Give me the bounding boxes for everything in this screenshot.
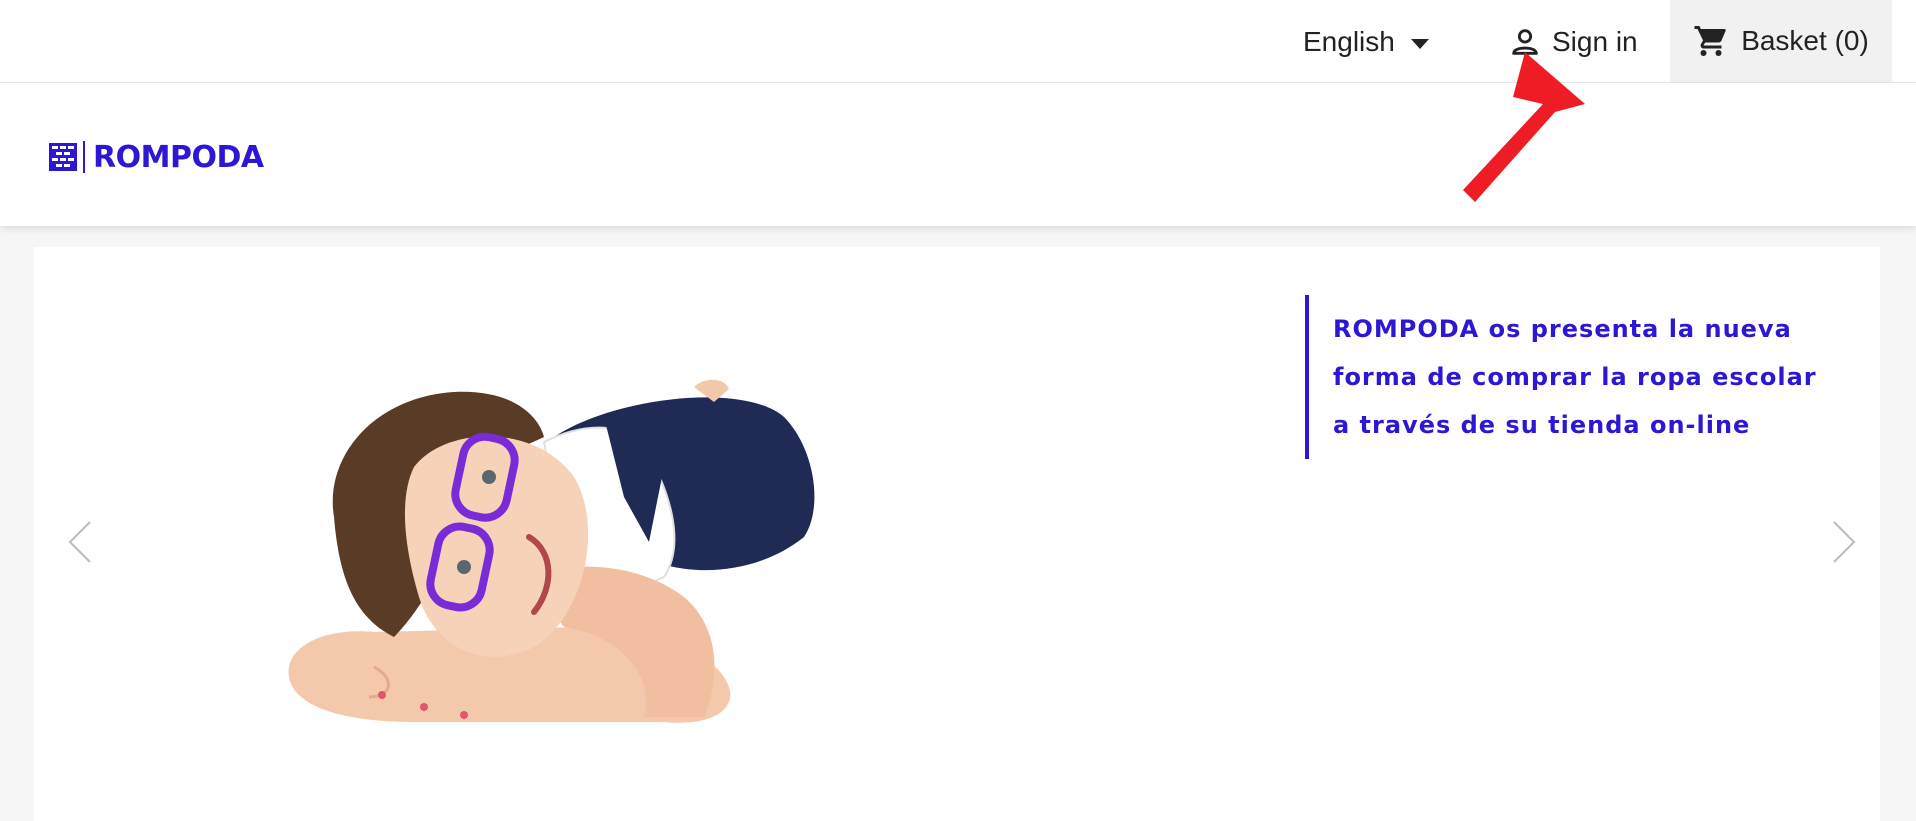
annotation-arrow-icon xyxy=(1463,52,1585,202)
slide-caption-line: a través de su tienda on-line xyxy=(1333,411,1751,439)
slide-caption-line: ROMPODA os presenta la nueva xyxy=(1333,315,1792,343)
hero-carousel: ROMPODA os presenta la nueva forma de co… xyxy=(34,247,1880,821)
basket-label: Basket (0) xyxy=(1741,25,1869,56)
logo-text: ROMPODA xyxy=(93,139,264,175)
chevron-left-icon xyxy=(66,520,92,564)
basket-button[interactable]: Basket (0) xyxy=(1670,0,1892,82)
chevron-right-icon xyxy=(1832,520,1858,564)
cart-icon xyxy=(1693,23,1729,59)
site-header: ROMPODA xyxy=(0,83,1916,226)
brand-logo[interactable]: ROMPODA xyxy=(49,139,264,175)
carousel-prev-button[interactable] xyxy=(60,517,100,567)
language-label: English xyxy=(1303,26,1395,57)
caret-down-icon xyxy=(1410,38,1429,49)
logo-divider xyxy=(83,141,85,173)
language-selector[interactable]: English xyxy=(1303,22,1429,62)
carousel-next-button[interactable] xyxy=(1824,517,1864,567)
slide-caption-line: forma de comprar la ropa escolar xyxy=(1333,363,1817,391)
top-nav: English Sign in Basket (0) xyxy=(0,0,1916,83)
logo-mark-icon xyxy=(49,143,77,171)
slide-caption: ROMPODA os presenta la nueva forma de co… xyxy=(1305,295,1893,459)
hero-image xyxy=(288,379,815,723)
